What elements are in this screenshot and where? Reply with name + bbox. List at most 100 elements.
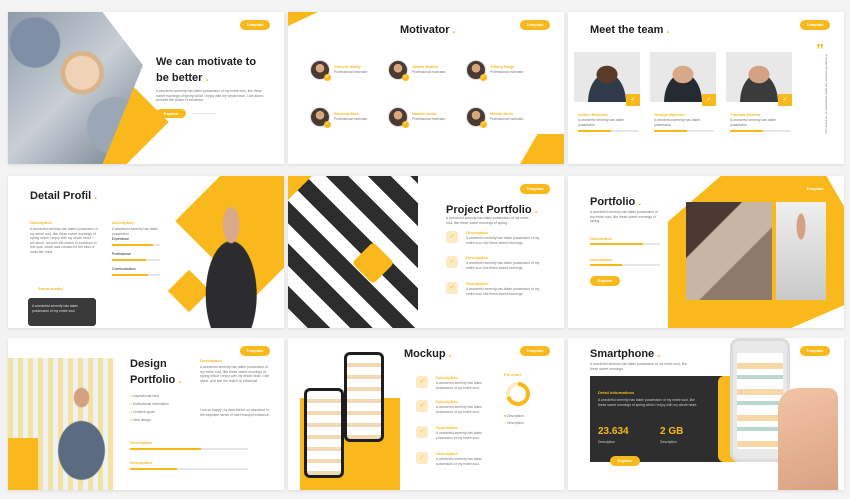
item-text: A wonderful serenity has taken possessio… [436,431,483,440]
item-text: A wonderful serenity has taken possessio… [436,457,483,466]
slide-motivate[interactable]: Template We can motivate to be better . … [8,12,284,164]
slide-title: Project Portfolio . [446,204,538,216]
description-label: Description [112,220,135,225]
member-text: A wonderful serenity has taken possessio… [654,118,701,127]
stat-label: Description [660,440,677,444]
template-badge: Template [800,20,830,30]
person-name: James Bolton [412,64,439,69]
twitter-icon[interactable]: ✓ [626,94,640,106]
detail-text: A wonderful serenity has taken possessio… [598,398,698,407]
check-icon: ✓ [402,74,409,81]
check-icon: ✓ [446,282,458,294]
portfolio-photo-right [776,202,826,300]
item-label: Description [466,281,489,286]
yellow-corner-shape [288,12,318,26]
slide-title: Mockup . [404,348,452,360]
stat-value: 23.634 [598,426,629,437]
explore-button[interactable]: Explore [610,456,640,466]
slide-motivator[interactable]: Template Motivator . ✓ Vincent Hardy Pro… [288,12,564,164]
pie-chart-title: Pie chart [504,372,521,377]
check-icon: ✓ [446,231,458,243]
list-item: ● Inspirational idea [130,394,159,398]
member-bar [730,130,790,132]
person-name: Vincent Hardy [334,64,361,69]
template-badge: Template [520,346,550,356]
skill-label: Communication [112,267,136,271]
divider-line [192,113,216,114]
person-name: Melvin Alvin [490,111,514,116]
progress-bar [590,243,660,245]
twitter-icon[interactable]: ✓ [702,94,716,106]
intro-text: A wonderful serenity has taken possessio… [446,216,529,225]
slide-detail-profil[interactable]: Detail Profil . Description A wonderful … [8,176,284,328]
description-text: A wonderful serenity has taken possessio… [200,365,270,383]
description-label: Description [30,220,53,225]
slide-project-portfolio[interactable]: Template Project Portfolio . A wonderful… [288,176,564,328]
member-text: A wonderful serenity has taken possessio… [730,118,777,127]
person-role: Professional motivator [334,70,368,74]
legend-item: ■ Description [504,421,524,425]
slide-mockup[interactable]: Template Mockup . ✓ Description A wonder… [288,338,564,490]
item-label: Description [436,399,459,404]
person-role: Professional motivator [490,117,524,121]
stat-label: Description [598,440,615,444]
person-role: Professional motivator [334,117,368,121]
slide-title: Smartphone . [590,348,661,360]
slide-smartphone[interactable]: Template Smartphone . A wonderful sereni… [568,338,844,490]
side-vertical-text: A wonderful serenity has taken possessio… [824,54,829,134]
list-item: ● Creative quote [130,410,156,414]
social-media-label: Social media [38,286,63,291]
person-role: Professional motivator [490,70,524,74]
body-text: A wonderful serenity has taken possessio… [156,89,264,102]
body-text: A wonderful serenity has taken possessio… [590,210,658,223]
template-badge: Template [520,184,550,194]
item-text: A wonderful serenity has taken possessio… [466,261,540,270]
stat-value: 2 GB [660,426,684,437]
slide-title-line2: Portfolio . [130,374,182,386]
twitter-icon[interactable]: ✓ [778,94,792,106]
phone-right [344,352,384,442]
item-text: A wonderful serenity has taken possessio… [436,381,483,390]
template-badge: Template [240,346,270,356]
slide-design-portfolio[interactable]: Template Design Portfolio . Description … [8,338,284,490]
laptop-collage-photo [288,176,418,328]
progress-bar [130,468,248,470]
explore-button[interactable]: Explore [590,276,620,286]
skill-bar [112,274,160,276]
check-icon: ✓ [446,256,458,268]
slide-title: Meet the team . [590,24,670,36]
item-label: Description [436,375,459,380]
person-name: Roberta Alvo [334,111,359,116]
member-text: A wonderful serenity has taken possessio… [578,118,625,127]
description-text: A wonderful serenity has taken possessio… [30,227,98,254]
item-label: Description [436,425,459,430]
social-media-box: A wonderful serenity has taken possessio… [28,298,96,326]
item-label: Description [466,255,489,260]
pie-chart [506,382,530,406]
template-badge: Template [800,184,830,194]
check-icon: ✓ [324,74,331,81]
member-name: George Baverse [654,112,685,117]
slide-team[interactable]: Template Meet the team . ” A wonderful s… [568,12,844,164]
template-badge: Template [520,20,550,30]
slide-title-line1: Design [130,358,167,370]
phone-left [304,388,344,478]
slide-title-line1: We can motivate to [156,56,257,68]
template-badge: Template [240,20,270,30]
person-role: Professional motivator [412,117,446,121]
legend-item: ■ Description [504,414,524,418]
detail-label: Detail informations [598,390,635,395]
member-name: Thomas Ahrens [730,112,761,117]
bar-label: Description [130,460,153,465]
progress-bar [130,448,248,450]
detail-panel: Detail informations A wonderful serenity… [590,376,726,462]
person-role: Professional motivator [412,70,446,74]
slide-title: Motivator . [400,24,456,36]
description-label: Description [590,257,613,262]
slide-portfolio[interactable]: Template Portfolio . A wonderful serenit… [568,176,844,328]
check-icon: ✓ [416,376,428,388]
explore-button[interactable]: Explore [156,109,186,118]
item-text: A wonderful serenity has taken possessio… [466,236,540,245]
check-icon: ✓ [480,74,487,81]
yellow-corner-shape [520,134,564,164]
